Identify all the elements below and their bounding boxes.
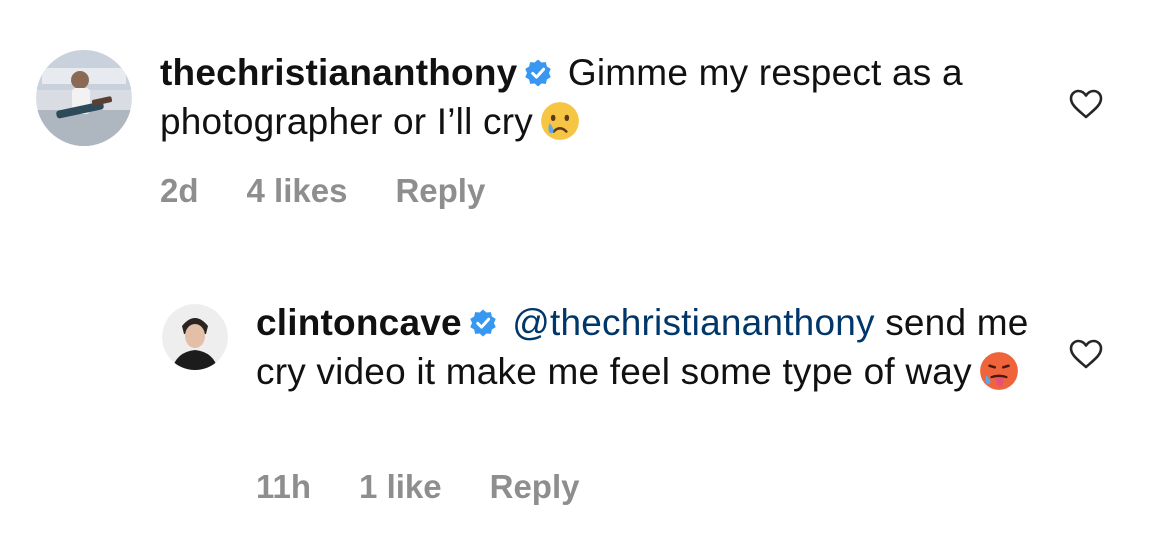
avatar[interactable]: [162, 304, 228, 370]
comment-meta: 11h 1 like Reply: [256, 468, 628, 506]
comment-body: thechristiananthony Gimme my respect as …: [160, 48, 980, 146]
heart-icon[interactable]: [1068, 338, 1104, 370]
reply-button[interactable]: Reply: [395, 172, 485, 209]
likes-count[interactable]: 4 likes: [247, 172, 348, 209]
reply-button[interactable]: Reply: [490, 468, 580, 505]
mention-link[interactable]: @thechristiananthony: [512, 302, 874, 343]
verified-badge-icon: [470, 309, 496, 337]
avatar[interactable]: [36, 50, 132, 146]
username-link[interactable]: thechristiananthony: [160, 52, 517, 93]
comment-meta: 2d 4 likes Reply: [160, 172, 533, 210]
comment-timestamp: 2d: [160, 172, 199, 209]
comment-body: clintoncave @thechristiananthony send me…: [256, 298, 1056, 396]
username-link[interactable]: clintoncave: [256, 302, 462, 343]
crying-face-icon: [541, 102, 579, 140]
verified-badge-icon: [525, 59, 552, 87]
heart-icon[interactable]: [1068, 88, 1104, 120]
hot-face-icon: [979, 352, 1018, 390]
comment-timestamp: 11h: [256, 468, 312, 505]
likes-count[interactable]: 1 like: [359, 468, 442, 505]
